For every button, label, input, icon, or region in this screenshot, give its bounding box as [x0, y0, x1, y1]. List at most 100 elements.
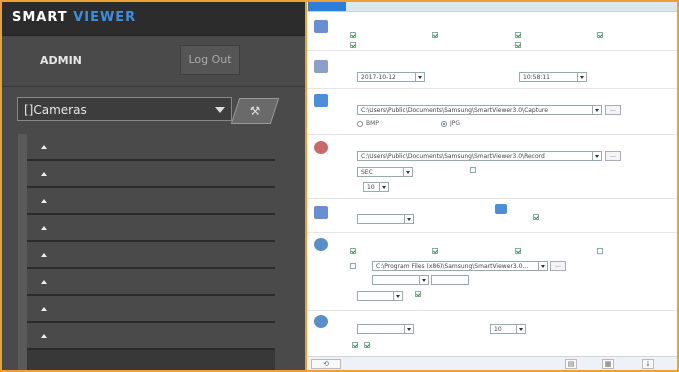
chevron-down-icon[interactable] [415, 73, 424, 81]
checkbox[interactable] [350, 42, 356, 48]
chevron-down-icon[interactable] [404, 215, 413, 223]
jpg-radio[interactable] [441, 121, 447, 127]
list-item[interactable] [27, 269, 275, 296]
chevron-down-icon[interactable] [516, 325, 525, 333]
checkbox[interactable] [515, 248, 521, 254]
list-item[interactable] [27, 215, 275, 242]
option-select[interactable] [357, 214, 414, 224]
expand-icon[interactable] [41, 145, 47, 149]
tab-settings[interactable] [308, 2, 346, 11]
grid-icon: ▤ [567, 360, 575, 368]
checkbox[interactable] [470, 167, 476, 173]
browse-capture-button[interactable]: ... [605, 105, 621, 115]
expand-icon[interactable] [41, 307, 47, 311]
logout-button[interactable]: Log Out [180, 45, 240, 75]
expand-icon[interactable] [41, 199, 47, 203]
chevron-down-icon[interactable] [393, 292, 402, 300]
bottom-value: 10 [494, 326, 502, 333]
back-button[interactable]: ⟲ [311, 359, 341, 369]
capture-path-value: C:\Users\Public\Documents\Samsung\SmartV… [361, 107, 548, 114]
list-item[interactable] [27, 188, 275, 215]
logo-accent: VIEWER [73, 10, 137, 25]
screen-icon [495, 204, 507, 214]
search-icon [314, 315, 328, 328]
camera-list [18, 134, 275, 370]
date-value: 2017-10-12 [361, 74, 396, 81]
program-secondary-select[interactable] [357, 291, 403, 301]
divider [2, 86, 305, 87]
window-icon [314, 206, 328, 219]
program-path-field[interactable]: C:\Program Files (x86)\Samsung\SmartView… [372, 261, 548, 271]
bottom-value-select[interactable]: 10 [490, 324, 526, 334]
chevron-down-icon [215, 107, 225, 113]
layout-single-button[interactable]: ▤ [565, 359, 577, 369]
program-select[interactable] [372, 275, 429, 285]
checkbox[interactable] [515, 42, 521, 48]
calendar-icon [314, 60, 328, 73]
download-button[interactable]: ↓ [642, 359, 654, 369]
cameras-tool-button[interactable]: ⚒ [230, 98, 280, 124]
left-panel: SMART VIEWER ADMIN Log Out []Cameras ⚒ [2, 2, 307, 370]
user-name: ADMIN [40, 54, 82, 67]
layout-quad-button[interactable]: ▦ [602, 359, 614, 369]
stepper-icon[interactable] [379, 183, 388, 191]
expand-icon[interactable] [41, 253, 47, 257]
chevron-down-icon[interactable] [592, 152, 601, 160]
chevron-down-icon[interactable] [577, 73, 586, 81]
time-value: 10:58:11 [523, 74, 550, 81]
app-logo: SMART VIEWER [12, 10, 136, 25]
expand-icon[interactable] [41, 172, 47, 176]
checkbox[interactable] [364, 342, 370, 348]
capture-section: C:\Users\Public\Documents\Samsung\SmartV… [307, 88, 677, 135]
checkbox[interactable] [533, 214, 539, 220]
footer-bar: ⟲ ▤ ▦ ↓ [307, 356, 677, 370]
checkbox[interactable] [597, 248, 603, 254]
record-value-stepper[interactable]: 10 [363, 182, 389, 192]
grid-icon: ▦ [604, 360, 612, 368]
cameras-dropdown[interactable]: []Cameras [17, 97, 232, 121]
chevron-down-icon[interactable] [404, 325, 413, 333]
chevron-down-icon[interactable] [419, 276, 428, 284]
record-path-field[interactable]: C:\Users\Public\Documents\Samsung\SmartV… [357, 151, 602, 161]
jpg-label: JPG [450, 120, 461, 127]
user-row: ADMIN Log Out [2, 36, 305, 86]
checkbox[interactable] [350, 248, 356, 254]
network-icon [314, 238, 328, 251]
list-item[interactable] [27, 242, 275, 269]
browse-program-button[interactable]: ... [550, 261, 566, 271]
checkbox[interactable] [515, 32, 521, 38]
record-value: 10 [367, 184, 375, 191]
expand-icon[interactable] [41, 226, 47, 230]
time-field[interactable]: 10:58:11 [519, 72, 587, 82]
bottom-select[interactable] [357, 324, 414, 334]
chevron-down-icon[interactable] [592, 106, 601, 114]
record-unit-value: SEC [361, 169, 373, 176]
browse-record-button[interactable]: ... [605, 151, 621, 161]
list-item[interactable] [27, 161, 275, 188]
list-item[interactable] [27, 323, 275, 350]
record-path-value: C:\Users\Public\Documents\Samsung\SmartV… [361, 153, 545, 160]
settings-header [307, 2, 677, 12]
checkbox[interactable] [415, 291, 421, 297]
list-item[interactable] [27, 134, 275, 161]
record-unit-select[interactable]: SEC [357, 167, 413, 177]
checkbox[interactable] [352, 342, 358, 348]
checkbox[interactable] [350, 32, 356, 38]
chevron-down-icon[interactable] [403, 168, 412, 176]
checkbox[interactable] [597, 32, 603, 38]
program-text-field[interactable] [431, 275, 469, 285]
list-item[interactable] [27, 296, 275, 323]
cameras-dropdown-label: []Cameras [24, 103, 87, 117]
capture-path-field[interactable]: C:\Users\Public\Documents\Samsung\SmartV… [357, 105, 602, 115]
date-field[interactable]: 2017-10-12 [357, 72, 425, 82]
bmp-radio[interactable] [357, 121, 363, 127]
program-section: C:\Program Files (x86)\Samsung\SmartView… [307, 232, 677, 311]
checkbox[interactable] [350, 263, 356, 269]
expand-icon[interactable] [41, 334, 47, 338]
checkbox[interactable] [432, 248, 438, 254]
logo-main: SMART [12, 10, 68, 25]
checkbox[interactable] [432, 32, 438, 38]
expand-icon[interactable] [41, 280, 47, 284]
chevron-down-icon[interactable] [538, 262, 547, 270]
record-section: C:\Users\Public\Documents\Samsung\SmartV… [307, 134, 677, 199]
